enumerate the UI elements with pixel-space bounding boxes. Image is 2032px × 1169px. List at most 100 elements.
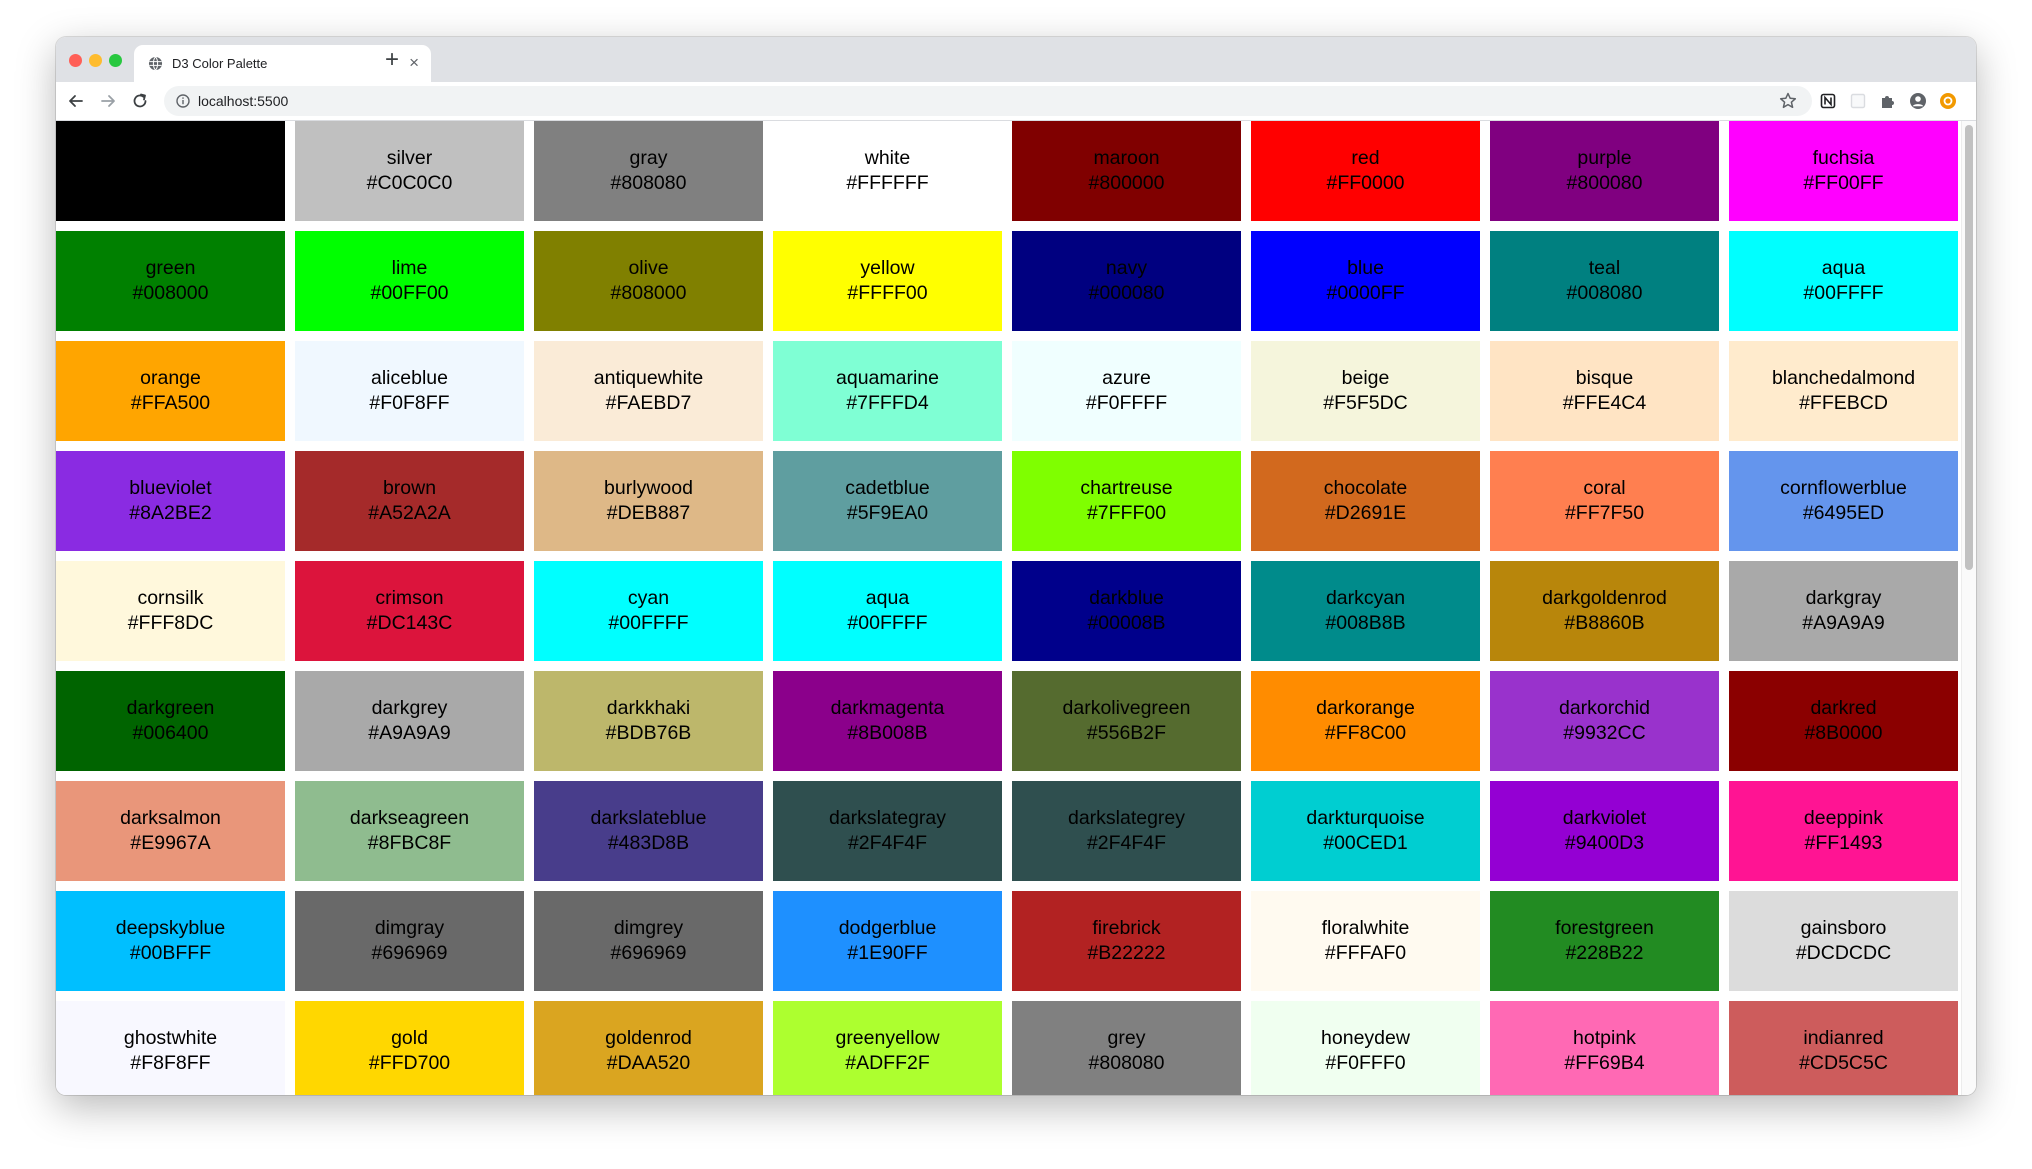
color-swatch: darkgrey #A9A9A9 [295,671,524,771]
color-swatch: blanchedalmond #FFEBCD [1729,341,1958,441]
extensions-puzzle-icon[interactable] [1878,91,1898,111]
color-hex: #FFE4C4 [1562,392,1647,414]
color-swatch: deeppink #FF1493 [1729,781,1958,881]
color-hex: #CD5C5C [1799,1052,1888,1074]
scrollbar-thumb[interactable] [1965,125,1973,570]
color-name: darkviolet [1562,807,1647,829]
color-swatch: hotpink #FF69B4 [1490,1001,1719,1095]
color-hex: #000080 [1088,282,1165,304]
color-hex: #008080 [1566,282,1643,304]
color-hex: #8FBC8F [367,832,452,854]
color-hex: #808080 [610,172,687,194]
color-hex: #00FFFF [1803,282,1884,304]
color-swatch: forestgreen #228B22 [1490,891,1719,991]
info-icon[interactable] [176,94,190,108]
color-hex: #006400 [132,722,209,744]
color-swatch: burlywood #DEB887 [534,451,763,551]
color-name: purple [1577,147,1632,169]
color-swatch: darkolivegreen #556B2F [1012,671,1241,771]
color-hex: #B22222 [1087,942,1166,964]
bookmark-star-icon[interactable] [1778,91,1798,111]
color-hex: #9400D3 [1564,832,1645,854]
color-hex: #FFD700 [368,1052,451,1074]
color-name: floralwhite [1321,917,1410,939]
color-name: ghostwhite [123,1027,218,1049]
color-swatch: darkcyan #008B8B [1251,561,1480,661]
color-hex: #228B22 [1565,942,1644,964]
color-swatch: cornflowerblue #6495ED [1729,451,1958,551]
color-hex: #F0F8FF [369,392,450,414]
color-swatch: teal #008080 [1490,231,1719,331]
color-hex: #8A2BE2 [129,502,212,524]
color-name: antiquewhite [593,367,704,389]
color-name: chartreuse [1080,477,1173,499]
color-hex: #008B8B [1325,612,1406,634]
color-hex: #FF1493 [1804,832,1883,854]
profile-avatar-icon[interactable] [1908,91,1928,111]
color-palette-grid: black #000000 silver #C0C0C0 gray #808080 whit… [56,121,1960,1095]
zoom-window-button[interactable] [109,54,122,67]
vertical-scrollbar[interactable] [1961,121,1976,1095]
color-hex: #FFFF00 [847,282,928,304]
color-swatch: honeydew #F0FFF0 [1251,1001,1480,1095]
update-badge-icon[interactable] [1938,91,1958,111]
color-swatch: darkgray #A9A9A9 [1729,561,1958,661]
color-hex: #5F9EA0 [846,502,929,524]
color-name: dimgray [374,917,445,939]
color-swatch: olive #808000 [534,231,763,331]
color-swatch: maroon #800000 [1012,121,1241,221]
color-hex: #FF69B4 [1564,1052,1645,1074]
color-hex: #6495ED [1802,502,1885,524]
color-swatch: gold #FFD700 [295,1001,524,1095]
color-swatch: green #008000 [56,231,285,331]
color-hex: #556B2F [1086,722,1167,744]
color-hex: #1E90FF [847,942,928,964]
color-hex: #8B008B [847,722,928,744]
color-swatch: darkviolet #9400D3 [1490,781,1719,881]
color-hex: #FAEBD7 [605,392,692,414]
back-button[interactable] [64,89,88,113]
address-bar[interactable]: localhost:5500 [164,86,1812,116]
color-name: aquamarine [836,367,939,389]
color-swatch: chocolate #D2691E [1251,451,1480,551]
color-swatch: aqua #00FFFF [1729,231,1958,331]
new-tab-button[interactable]: + [385,47,399,73]
close-window-button[interactable] [69,54,82,67]
color-name: aqua [1821,257,1866,279]
color-name: yellow [860,257,915,279]
color-swatch: silver #C0C0C0 [295,121,524,221]
color-name: darkolivegreen [1062,697,1191,719]
tab-title: D3 Color Palette [172,56,268,71]
color-name: beige [1341,367,1390,389]
arrow-right-icon [101,95,115,107]
notion-extension-icon[interactable] [1818,91,1838,111]
reload-button[interactable] [128,89,152,113]
color-swatch: darkmagenta #8B008B [773,671,1002,771]
color-swatch: darkgreen #006400 [56,671,285,771]
color-name: olive [628,257,669,279]
color-name: grey [1107,1027,1146,1049]
color-hex: #FFFAF0 [1324,942,1407,964]
color-hex: #F0FFF0 [1325,1052,1406,1074]
minimize-window-button[interactable] [89,54,102,67]
forward-button[interactable] [96,89,120,113]
page-viewport: black #000000 silver #C0C0C0 gray #808080 whit… [56,121,1976,1095]
tab-close-icon[interactable]: × [409,54,419,72]
color-swatch: cyan #00FFFF [534,561,763,661]
color-hex: #BDB76B [605,722,692,744]
color-name: teal [1588,257,1621,279]
url-text[interactable]: localhost:5500 [198,92,288,110]
color-name: cornsilk [137,587,204,609]
color-name: greenyellow [835,1027,940,1049]
color-swatch: aliceblue #F0F8FF [295,341,524,441]
color-name: hotpink [1573,1027,1636,1049]
color-name: gainsboro [1800,917,1887,939]
blank-extension-icon[interactable] [1848,91,1868,111]
color-name: darkmagenta [830,697,945,719]
color-swatch: gainsboro #DCDCDC [1729,891,1958,991]
color-swatch: firebrick #B22222 [1012,891,1241,991]
color-swatch: blue #0000FF [1251,231,1480,331]
color-name: green [145,257,196,279]
color-hex: #00FFFF [847,612,928,634]
color-hex: #00CED1 [1323,832,1408,854]
